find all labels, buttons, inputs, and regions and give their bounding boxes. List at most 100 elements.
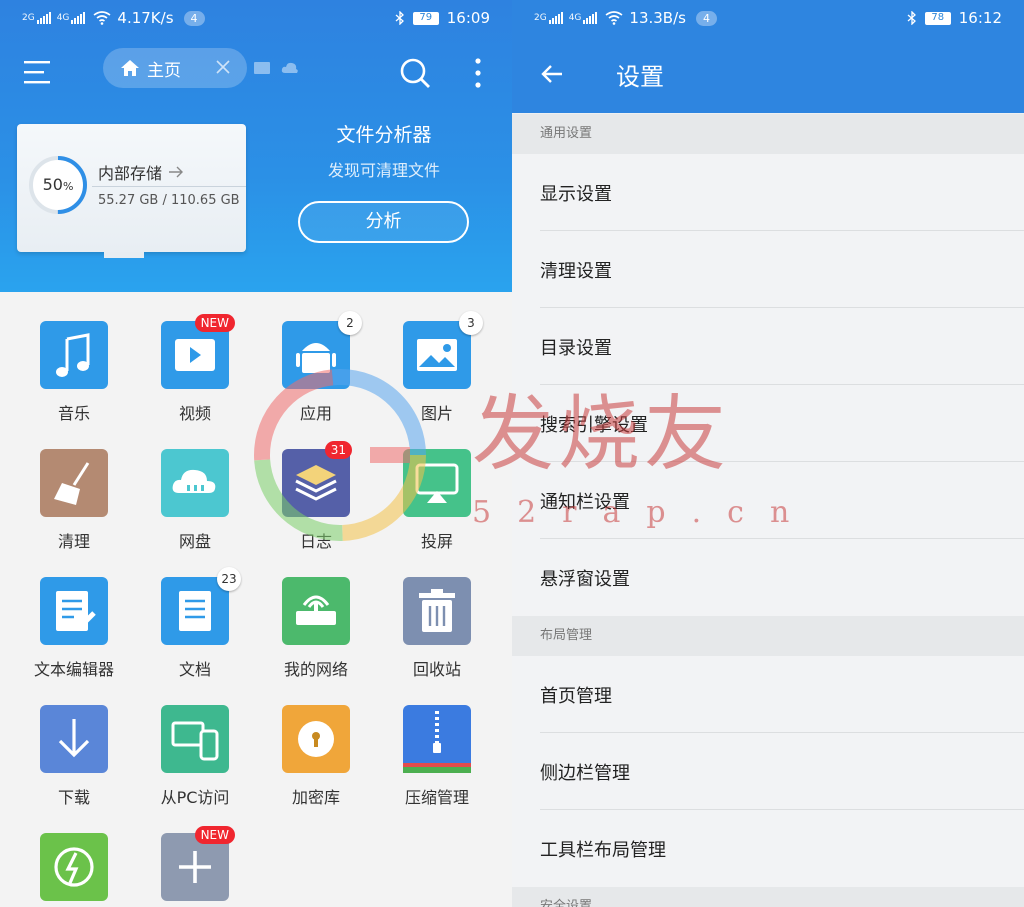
music-icon <box>40 321 108 389</box>
battery-icon: 79 <box>412 11 439 25</box>
clock: 16:12 <box>958 9 1002 27</box>
grid-item-label: 从PC访问 <box>160 788 230 807</box>
more-vertical-icon[interactable] <box>468 57 488 89</box>
count-badge: 3 <box>459 311 483 335</box>
grid-item-label: 音乐 <box>57 404 90 423</box>
home-icon <box>121 60 139 76</box>
page-title: 设置 <box>616 63 664 91</box>
count-badge: 2 <box>338 311 362 335</box>
grid-item[interactable]: 音乐 <box>18 321 130 424</box>
close-icon[interactable] <box>213 57 233 77</box>
divider <box>92 186 246 187</box>
grid-item-label: 日志 <box>299 532 332 551</box>
cloud-icon <box>161 449 229 517</box>
grid-item-label: 视频 <box>178 404 211 423</box>
settings-item[interactable]: 工具栏布局管理 <box>512 810 1024 887</box>
settings-item-label: 悬浮窗设置 <box>540 569 630 590</box>
grid-item-label: 文本编辑器 <box>33 660 114 679</box>
grid-item[interactable]: NEW <box>139 826 251 901</box>
tab-home-label: 主页 <box>147 60 181 81</box>
grid-item[interactable] <box>18 833 130 901</box>
grid-item[interactable]: 压缩管理 <box>381 705 493 808</box>
settings-item[interactable]: 侧边栏管理 <box>512 733 1024 810</box>
grid-item[interactable]: 回收站 <box>381 577 493 680</box>
screenshot: 2G 4G 4.17K/s 4 79 16:09 主页 50% 内部存储 55.… <box>0 0 1024 907</box>
signal-icon <box>71 12 86 24</box>
clock: 16:09 <box>446 9 490 27</box>
grid-item[interactable]: 从PC访问 <box>139 705 251 808</box>
bluetooth-icon <box>907 11 916 25</box>
grid-item-label: 我的网络 <box>283 660 348 679</box>
network-type-2: 4G <box>568 13 582 23</box>
analyzer-subtitle: 发现可清理文件 <box>327 161 440 180</box>
settings-item-label: 显示设置 <box>540 184 612 205</box>
menu-icon[interactable] <box>24 58 54 86</box>
broom-icon <box>40 449 108 517</box>
storage-percent: 50% <box>42 175 74 194</box>
text-editor-icon <box>40 577 108 645</box>
settings-item[interactable]: 悬浮窗设置 <box>512 539 1024 616</box>
settings-item[interactable]: 首页管理 <box>512 656 1024 733</box>
grid-item[interactable]: 我的网络 <box>260 577 372 680</box>
signal-icon <box>583 12 598 24</box>
storage-size: 55.27 GB / 110.65 GB <box>98 193 240 208</box>
network-type-2: 4G <box>56 13 70 23</box>
status-bar: 2G 4G 13.3B/s 4 78 16:12 <box>512 0 1024 36</box>
settings-section-header: 布局管理 <box>512 616 1024 656</box>
grid-item[interactable]: 31 日志 <box>260 441 372 552</box>
book-icon[interactable] <box>253 60 271 76</box>
storage-card[interactable]: 50% 内部存储 55.27 GB / 110.65 GB <box>17 124 246 258</box>
settings-item-label: 目录设置 <box>540 338 612 359</box>
signal-icon <box>36 12 51 24</box>
grid-item[interactable]: 下载 <box>18 705 130 808</box>
settings-item[interactable]: 搜索引擎设置 <box>512 385 1024 462</box>
analyze-button[interactable]: 分析 <box>298 201 469 243</box>
add-icon: NEW <box>161 826 235 901</box>
grid-item[interactable]: 网盘 <box>139 449 251 552</box>
status-bar: 2G 4G 4.17K/s 4 79 16:09 <box>0 0 512 36</box>
tab-home[interactable]: 主页 <box>103 48 247 88</box>
new-badge: NEW <box>194 826 235 844</box>
network-type-1: 2G <box>534 13 547 23</box>
grid-item-label: 图片 <box>420 404 453 423</box>
card-notch <box>104 252 144 258</box>
network-speed: 13.3B/s <box>629 9 686 27</box>
count-badge: 31 <box>324 441 352 459</box>
grid-item[interactable]: 清理 <box>18 449 130 552</box>
analyzer-title: 文件分析器 <box>336 124 432 146</box>
settings-screen: 2G 4G 13.3B/s 4 78 16:12 设置 通用设置 显示设置 清理设置… <box>512 0 1024 907</box>
cloud-icon[interactable] <box>281 60 299 76</box>
settings-item-label: 通知栏设置 <box>540 492 630 513</box>
network-type-1: 2G <box>22 13 35 23</box>
grid-item-label: 清理 <box>57 532 90 551</box>
grid-item[interactable]: 23 文档 <box>139 567 251 680</box>
settings-header: 2G 4G 13.3B/s 4 78 16:12 设置 <box>512 0 1024 113</box>
settings-item[interactable]: 目录设置 <box>512 308 1024 385</box>
lock-icon <box>282 705 350 773</box>
signal-icon <box>548 12 563 24</box>
grid-item-label: 下载 <box>57 788 90 807</box>
grid-item[interactable]: 2 应用 <box>260 311 372 424</box>
search-icon[interactable] <box>398 56 432 90</box>
arrow-right-icon <box>169 166 184 178</box>
back-arrow-icon[interactable] <box>540 62 564 86</box>
wifi-icon <box>93 11 111 25</box>
battery-icon: 78 <box>924 11 951 25</box>
grid-item[interactable]: NEW 视频 <box>139 314 251 424</box>
grid-item-label: 回收站 <box>412 660 461 679</box>
settings-item[interactable]: 显示设置 <box>512 154 1024 231</box>
new-badge: NEW <box>194 314 235 332</box>
settings-item[interactable]: 通知栏设置 <box>512 462 1024 539</box>
grid-item[interactable]: 加密库 <box>260 705 372 808</box>
grid-item[interactable]: 3 图片 <box>381 311 493 424</box>
settings-item[interactable]: 清理设置 <box>512 231 1024 308</box>
notification-count: 4 <box>695 10 717 26</box>
grid-item[interactable]: 投屏 <box>381 449 493 552</box>
grid-item-label: 应用 <box>299 404 332 423</box>
storage-title: 内部存储 <box>98 160 184 184</box>
grid-item-label: 压缩管理 <box>404 788 469 807</box>
home-screen: 2G 4G 4.17K/s 4 79 16:09 主页 50% 内部存储 55.… <box>0 0 512 907</box>
android-icon: 2 <box>282 311 362 389</box>
video-icon: NEW <box>161 314 235 389</box>
grid-item[interactable]: 文本编辑器 <box>18 577 130 680</box>
